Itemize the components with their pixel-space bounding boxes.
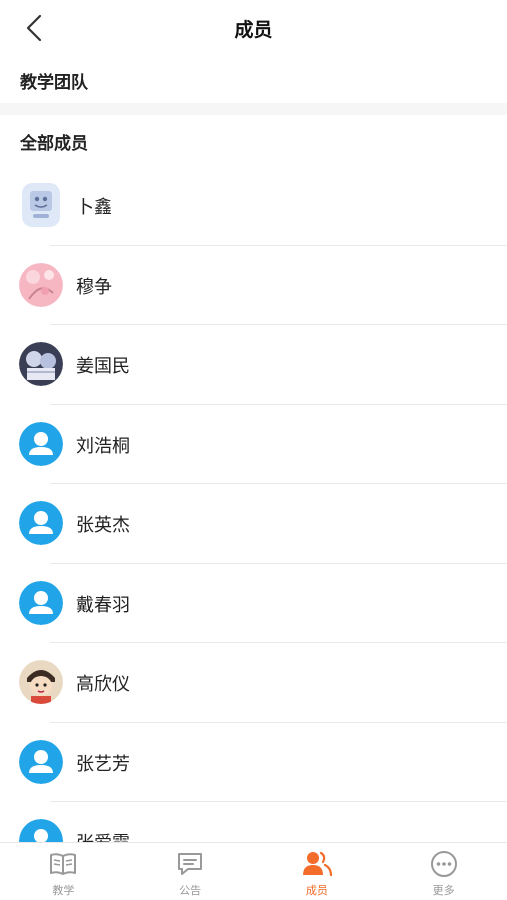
section-divider — [0, 103, 507, 115]
member-row[interactable]: 张英杰 — [0, 484, 507, 564]
avatar — [19, 739, 63, 784]
tab-more[interactable]: 更多 — [380, 843, 507, 900]
section-all-members: 全部成员 — [20, 134, 88, 154]
tab-announcement[interactable]: 公告 — [127, 843, 254, 900]
more-icon — [430, 851, 457, 877]
tab-teaching[interactable]: 教学 — [0, 843, 127, 900]
default-person-icon — [19, 421, 63, 466]
header: 成员 — [0, 0, 507, 56]
members-page: 成员 教学团队 全部成员 卜鑫 穆争 姜国民 刘浩桐 张英杰 戴春羽 高欣仪 张… — [0, 0, 507, 900]
default-person-icon — [19, 739, 63, 784]
member-name: 高欣仪 — [76, 674, 130, 695]
message-icon — [178, 853, 203, 875]
member-row[interactable]: 戴春羽 — [0, 564, 507, 643]
member-row[interactable]: 张艺芳 — [0, 723, 507, 802]
avatar — [19, 501, 63, 545]
member-name: 戴春羽 — [76, 594, 130, 616]
member-list: 卜鑫 穆争 姜国民 刘浩桐 张英杰 戴春羽 高欣仪 张艺芳 — [0, 166, 507, 882]
member-name: 姜国民 — [76, 356, 130, 377]
tab-members[interactable]: 成员 — [254, 843, 381, 900]
avatar — [19, 580, 63, 625]
bottom-tab-bar: 教学 公告 成员 更多 — [0, 842, 507, 900]
tab-label: 更多 — [432, 884, 455, 897]
avatar — [19, 262, 63, 307]
member-name: 张英杰 — [76, 515, 130, 536]
member-row[interactable]: 高欣仪 — [0, 643, 507, 723]
page-title: 成员 — [234, 19, 273, 41]
member-name: 穆争 — [76, 276, 112, 298]
avatar — [19, 421, 63, 466]
member-name: 卜鑫 — [76, 197, 112, 218]
section-teaching-team[interactable]: 教学团队 — [20, 68, 88, 93]
tab-label: 公告 — [179, 884, 202, 897]
member-name: 张艺芳 — [76, 753, 130, 775]
member-row[interactable]: 穆争 — [0, 246, 507, 325]
members-icon — [302, 851, 332, 877]
tab-label: 成员 — [305, 884, 328, 897]
book-icon — [50, 853, 77, 875]
avatar — [19, 660, 63, 704]
member-row[interactable]: 姜国民 — [0, 325, 507, 405]
tab-label: 教学 — [52, 884, 75, 897]
member-name: 刘浩桐 — [76, 435, 130, 457]
default-person-icon — [19, 580, 63, 625]
default-person-icon — [19, 501, 63, 545]
member-row[interactable]: 刘浩桐 — [0, 405, 507, 484]
member-row[interactable]: 卜鑫 — [0, 166, 507, 246]
avatar — [19, 342, 63, 386]
avatar — [22, 183, 60, 227]
